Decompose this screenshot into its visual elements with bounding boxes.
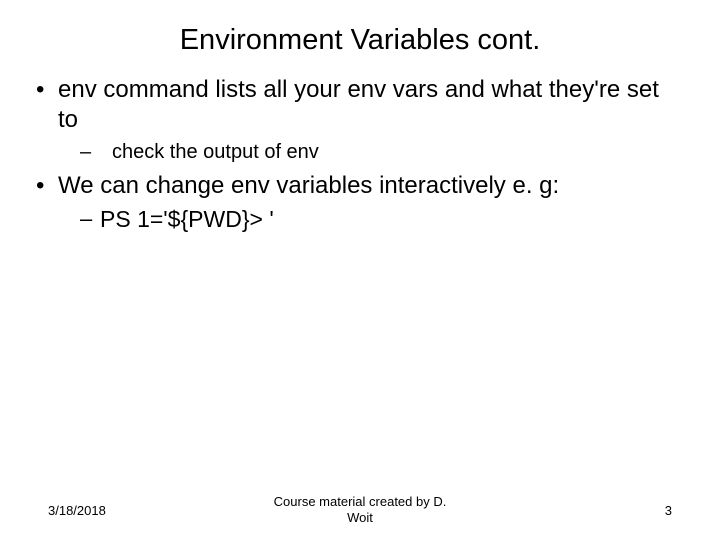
slide-title: Environment Variables cont. [0, 0, 720, 75]
footer-center-text: Course material created by D.Woit [274, 494, 447, 525]
slide: Environment Variables cont. env command … [0, 0, 720, 540]
bullet-text: env command lists all your env vars and … [58, 76, 659, 133]
sub-list: check the output of env [58, 139, 684, 165]
bullet-item: We can change env variables interactivel… [36, 171, 684, 235]
sub-list: PS 1='${PWD}> ' [58, 205, 684, 235]
sub-bullet-item: PS 1='${PWD}> ' [58, 205, 684, 235]
bullet-item: env command lists all your env vars and … [36, 75, 684, 165]
bullet-text: We can change env variables interactivel… [58, 172, 559, 199]
sub-bullet-text: PS 1='${PWD}> ' [100, 206, 274, 232]
sub-bullet-item: check the output of env [58, 139, 684, 165]
footer-page-number: 3 [665, 503, 672, 518]
sub-bullet-text: check the output of env [106, 141, 319, 163]
slide-body: env command lists all your env vars and … [0, 75, 720, 235]
bullet-list: env command lists all your env vars and … [36, 75, 684, 235]
footer-center: Course material created by D.Woit [0, 494, 720, 527]
